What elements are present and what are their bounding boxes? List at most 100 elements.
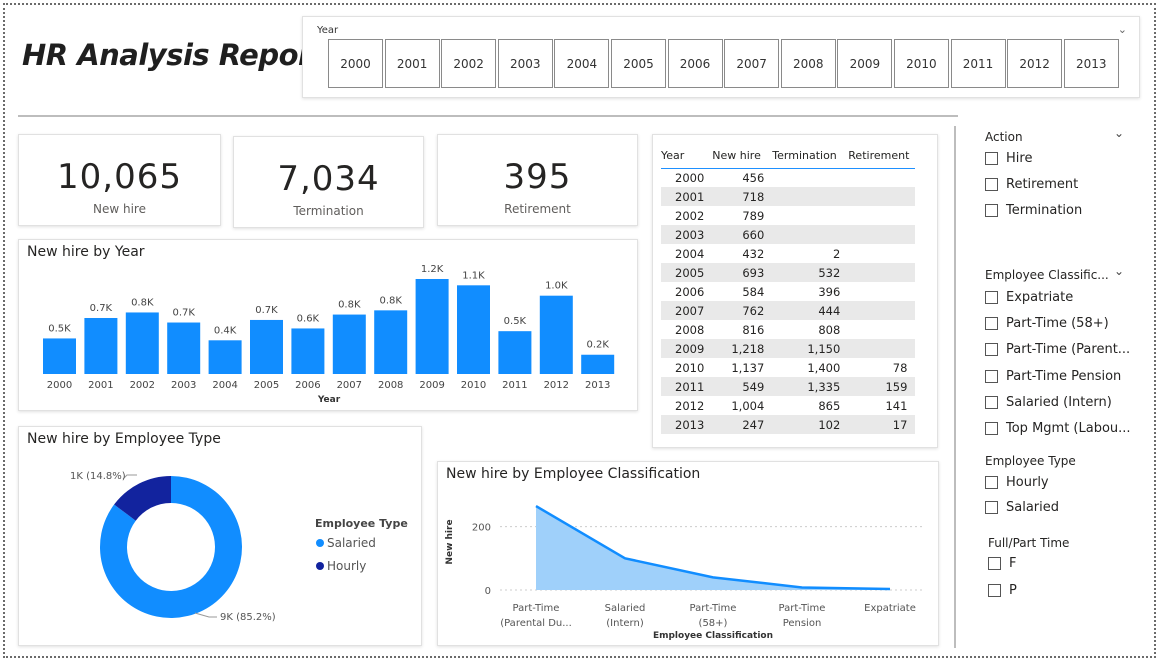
- checkbox[interactable]: [985, 178, 998, 191]
- table-cell: [848, 244, 915, 263]
- table-cell: 865: [818, 398, 841, 413]
- year-tile-2003[interactable]: 2003: [497, 39, 553, 88]
- bar-data-label: 1.1K: [462, 270, 485, 281]
- classification-filter-option[interactable]: Part-Time (Parent...: [985, 342, 1130, 357]
- table-cell: 549: [712, 377, 773, 396]
- checkbox[interactable]: [985, 395, 998, 409]
- year-tile-2008[interactable]: 2008: [780, 39, 836, 88]
- checkbox[interactable]: [985, 422, 998, 435]
- table-cell: 396: [818, 284, 841, 299]
- classification-filter-option[interactable]: Expatriate: [985, 290, 1073, 305]
- table-cell: 2011: [661, 377, 713, 396]
- checkbox[interactable]: [985, 152, 998, 165]
- table-cell: [848, 168, 915, 187]
- area-chart-svg: 200 0 Part-Time (Parental Du... Salaried (Int…: [445, 505, 925, 641]
- table-cell: 102: [772, 415, 849, 434]
- year-tile-2007[interactable]: 2007: [724, 39, 780, 88]
- table-cell: 808: [818, 322, 841, 337]
- year-tile-2005[interactable]: 2005: [610, 39, 666, 88]
- classification-filter-option[interactable]: Part-Time (58+): [985, 316, 1109, 331]
- table-cell: 584: [742, 284, 765, 299]
- year-tile-2004[interactable]: 2004: [554, 39, 610, 88]
- kpi-value: 395: [503, 157, 572, 197]
- table-cell: 1,150: [772, 339, 849, 358]
- bar-data-label: 0.8K: [338, 300, 361, 311]
- action-filter-option[interactable]: Hire: [985, 151, 1032, 166]
- table-cell: 2003: [661, 225, 713, 244]
- table-row: 2004 432 2: [661, 244, 915, 263]
- employee-type-filter-option[interactable]: Hourly: [985, 475, 1049, 490]
- table-header-cell[interactable]: New hire: [712, 143, 773, 169]
- table-row: 2001 718: [661, 187, 916, 206]
- table-cell: 1,218: [712, 339, 773, 358]
- checkbox[interactable]: [988, 557, 1001, 570]
- classification-filter-option[interactable]: Salaried (Intern): [985, 395, 1112, 410]
- table-cell: [848, 206, 915, 225]
- x-axis-title: Employee Classification: [653, 631, 773, 641]
- table-cell: 78: [892, 360, 908, 375]
- chevron-down-icon[interactable]: ⌄: [1118, 23, 1127, 36]
- table-cell: 17: [848, 415, 916, 434]
- legend-item-hourly: Hourly: [327, 559, 366, 573]
- checkbox[interactable]: [985, 369, 998, 383]
- table-row: 2005 693 532: [661, 263, 916, 282]
- action-filter-option[interactable]: Termination: [985, 203, 1082, 218]
- chevron-down-icon[interactable]: ⌄: [1114, 126, 1124, 140]
- table-row: 2011 549 1,335 159: [661, 377, 916, 396]
- checkbox-label: Expatriate: [1006, 290, 1074, 305]
- checkbox[interactable]: [985, 343, 998, 357]
- table-cell: [848, 187, 916, 206]
- year-tile-2010[interactable]: 2010: [893, 39, 949, 88]
- full-part-filter-title: Full/Part Time: [988, 536, 1070, 550]
- full-part-filter-option[interactable]: P: [988, 583, 1017, 598]
- table-cell: [848, 225, 916, 244]
- classification-filter-option[interactable]: Top Mgmt (Labou...: [985, 421, 1131, 436]
- year-tile-2000[interactable]: 2000: [328, 39, 383, 88]
- legend-title: Employee Type: [315, 517, 408, 530]
- checkbox[interactable]: [985, 501, 998, 514]
- year-tile-2011[interactable]: 2011: [950, 39, 1006, 88]
- year-tiles: 2000 2001 2002 2003 2004 2005 2006 2007 2008 2009…: [328, 39, 1120, 88]
- classification-filter-option[interactable]: Part-Time Pension: [985, 369, 1121, 384]
- year-tile-2012[interactable]: 2012: [1007, 39, 1063, 88]
- year-tile-2009[interactable]: 2009: [837, 39, 893, 88]
- checkbox[interactable]: [985, 291, 998, 304]
- bar-2010: [457, 285, 490, 374]
- bar-2009: [415, 278, 449, 374]
- table-cell: 532: [772, 263, 849, 282]
- donut-chart-svg: 9K (85.2%) 1K (14.8%) Employee Type Salarie…: [70, 471, 408, 623]
- table-header-cell[interactable]: Termination: [772, 143, 849, 169]
- legend-marker-hourly: [316, 562, 324, 570]
- table-cell: [772, 225, 849, 244]
- y-tick-label: 200: [472, 523, 491, 534]
- checkbox-label: Termination: [1006, 203, 1083, 218]
- year-tile-2006[interactable]: 2006: [667, 39, 723, 88]
- table-cell: 247: [712, 415, 773, 434]
- slice-label-hourly: 1K (14.8%): [70, 471, 126, 482]
- bar-2007: [332, 314, 366, 374]
- year-tile-2001[interactable]: 2001: [384, 39, 440, 88]
- table-header-cell[interactable]: Year: [661, 143, 713, 169]
- table-cell: 2008: [675, 322, 705, 337]
- checkbox[interactable]: [988, 584, 1001, 597]
- checkbox[interactable]: [985, 204, 998, 217]
- full-part-filter-option[interactable]: F: [988, 556, 1016, 571]
- table-cell: [772, 187, 849, 206]
- table-row: 2000 456: [661, 168, 915, 187]
- checkbox[interactable]: [985, 476, 998, 489]
- checkbox-label: Hire: [1006, 151, 1033, 166]
- table-header-cell[interactable]: Retirement: [848, 143, 916, 169]
- year-tile-2002[interactable]: 2002: [441, 39, 497, 88]
- bar-2011: [498, 331, 532, 374]
- employee-type-filter-option[interactable]: Salaried: [985, 500, 1059, 515]
- action-filter-option[interactable]: Retirement: [985, 177, 1078, 192]
- checkbox[interactable]: [985, 317, 998, 331]
- kpi-caption: Termination: [293, 204, 364, 218]
- x-tick-label: 2011: [502, 380, 527, 391]
- year-tile-2013[interactable]: 2013: [1063, 39, 1119, 88]
- chevron-down-icon[interactable]: ⌄: [1114, 264, 1124, 278]
- x-tick-label: Pension: [783, 618, 822, 629]
- bar-data-label: 0.8K: [131, 297, 154, 308]
- table-cell: 718: [712, 187, 773, 206]
- x-tick-label: 2006: [295, 380, 320, 391]
